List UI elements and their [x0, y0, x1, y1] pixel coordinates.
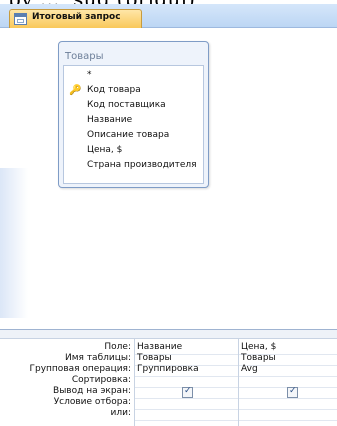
- cell-table-tovary-2[interactable]: Товары: [241, 353, 276, 363]
- primary-key-icon: 🔑: [69, 85, 82, 96]
- field-item-tsena[interactable]: Цена, $: [64, 144, 203, 159]
- field-item-kod-postavshchika[interactable]: Код поставщика: [64, 99, 203, 114]
- row-label-field: Поле:: [104, 342, 131, 352]
- query-design-grid[interactable]: Поле: Имя таблицы: Групповая операция: С…: [0, 329, 337, 426]
- tab-itogovyi-zapros[interactable]: Итоговый запрос: [9, 9, 142, 28]
- tab-label: Итоговый запрос: [32, 12, 121, 22]
- row-label-criteria: Условие отбора:: [53, 397, 131, 407]
- cell-table-tovary[interactable]: Товары: [137, 353, 172, 363]
- cell-group-avg[interactable]: Avg: [241, 364, 258, 374]
- field-item-nazvanie[interactable]: Название: [64, 114, 203, 129]
- row-label-table: Имя таблицы:: [65, 353, 131, 363]
- side-haze: [0, 168, 28, 318]
- table-title: Товары: [65, 51, 104, 62]
- field-item-strana-proizvoditelya[interactable]: Страна производителя: [64, 159, 203, 174]
- cell-field-nazvanie[interactable]: Название: [137, 342, 182, 352]
- row-label-show: Вывод на экран:: [53, 386, 131, 396]
- table-field-list-window[interactable]: Товары * 🔑 Код товара Код поставщика Назв…: [58, 41, 209, 188]
- cell-field-tsena[interactable]: Цена, $: [241, 342, 276, 352]
- row-label-sort: Сортировка:: [71, 375, 131, 385]
- show-checkbox-col1[interactable]: [182, 386, 193, 398]
- row-label-group: Групповая операция:: [29, 364, 131, 374]
- show-checkbox-col2[interactable]: [287, 386, 298, 398]
- row-label-or: или:: [110, 408, 131, 418]
- query-icon: [14, 13, 27, 25]
- document-tab-bar: Итоговый запрос: [0, 4, 337, 28]
- field-list[interactable]: * 🔑 Код товара Код поставщика Название Оп…: [63, 65, 204, 184]
- field-item-star[interactable]: *: [64, 69, 203, 84]
- cell-group-gruppirovka[interactable]: Группировка: [137, 364, 199, 374]
- field-item-kod-tovara[interactable]: 🔑 Код товара: [64, 84, 203, 99]
- field-item-opisanie-tovara[interactable]: Описание товара: [64, 129, 203, 144]
